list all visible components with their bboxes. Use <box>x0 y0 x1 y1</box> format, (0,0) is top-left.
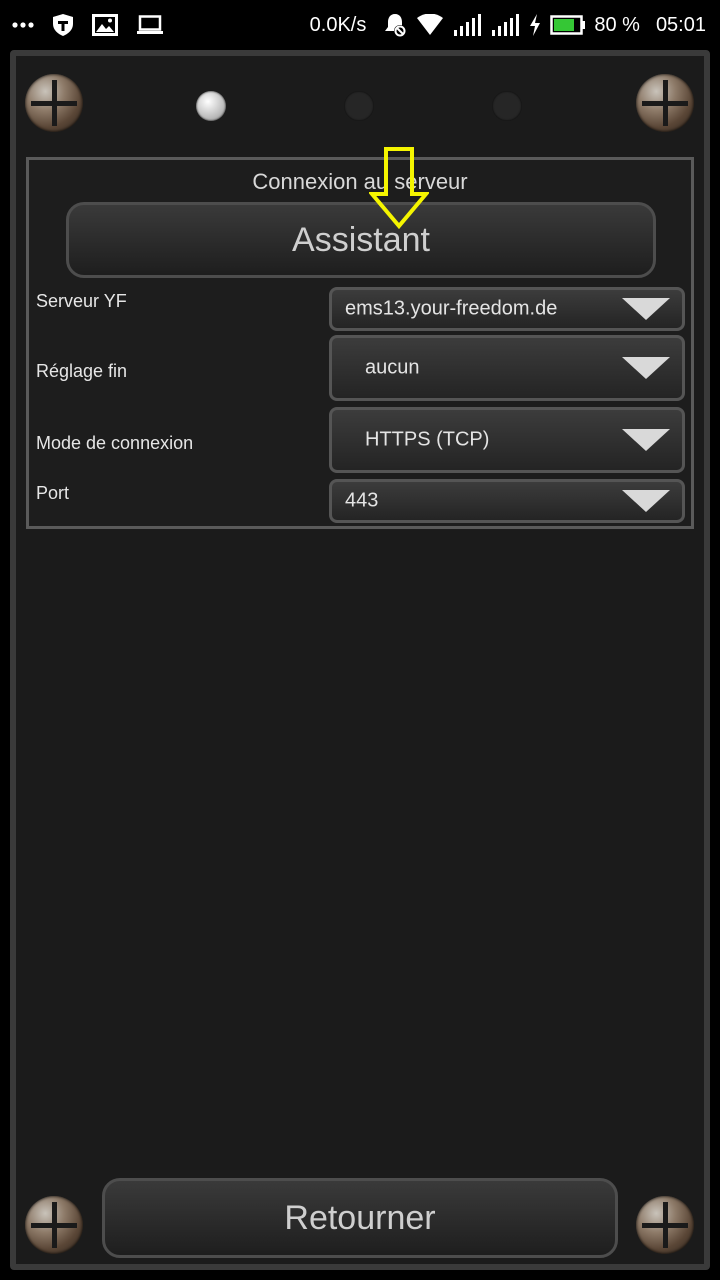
alarm-off-icon <box>382 12 408 38</box>
dropdown-arrow-icon <box>622 298 670 320</box>
back-button[interactable]: Retourner <box>102 1178 618 1258</box>
battery-percent: 80 % <box>594 13 640 36</box>
status-bar-right: 0.0K/s 80 % 05:01 <box>310 0 706 50</box>
charging-icon <box>528 13 542 37</box>
dropdown-arrow-icon <box>622 490 670 512</box>
down-arrow-annotation-icon <box>369 147 429 230</box>
page-dot[interactable] <box>344 91 374 121</box>
shield-icon <box>52 13 74 37</box>
panel-title: Connexion au serveur <box>252 169 468 194</box>
wifi-icon <box>416 14 444 36</box>
screw-decoration <box>636 74 694 132</box>
server-value: ems13.your-freedom.de <box>345 297 558 320</box>
fine-tuning-select[interactable]: aucun <box>329 335 685 401</box>
dropdown-arrow-icon <box>622 357 670 379</box>
status-bar-left <box>12 0 164 50</box>
screw-decoration <box>25 1196 83 1254</box>
server-select[interactable]: ems13.your-freedom.de <box>329 287 685 331</box>
page-dot[interactable] <box>492 91 522 121</box>
port-value: 443 <box>345 489 379 512</box>
port-select[interactable]: 443 <box>329 479 685 523</box>
dropdown-arrow-icon <box>622 429 670 451</box>
screw-decoration <box>636 1196 694 1254</box>
laptop-icon <box>136 15 164 35</box>
signal-icon <box>452 13 482 37</box>
page-dot[interactable] <box>196 91 226 121</box>
image-icon <box>92 14 118 36</box>
connection-mode-label: Mode de connexion <box>36 433 194 453</box>
port-label: Port <box>36 483 70 503</box>
connection-mode-value: HTTPS (TCP) <box>365 428 490 451</box>
fine-tuning-label: Réglage fin <box>36 361 128 381</box>
more-icon <box>12 21 34 29</box>
server-connection-panel: Connexion au serveur Assistant Serveur Y… <box>26 147 694 529</box>
clock: 05:01 <box>655 13 706 36</box>
screw-decoration <box>25 74 83 132</box>
signal-icon <box>490 13 520 37</box>
status-bar: 0.0K/s 80 % 05:01 <box>0 0 720 50</box>
back-button-label: Retourner <box>284 1198 436 1237</box>
connection-mode-select[interactable]: HTTPS (TCP) <box>329 407 685 473</box>
fine-tuning-value: aucun <box>365 356 420 379</box>
battery-icon <box>550 15 586 35</box>
assistant-button[interactable]: Assistant <box>66 202 656 278</box>
server-label: Serveur YF <box>36 291 127 311</box>
net-speed: 0.0K/s <box>309 13 367 36</box>
